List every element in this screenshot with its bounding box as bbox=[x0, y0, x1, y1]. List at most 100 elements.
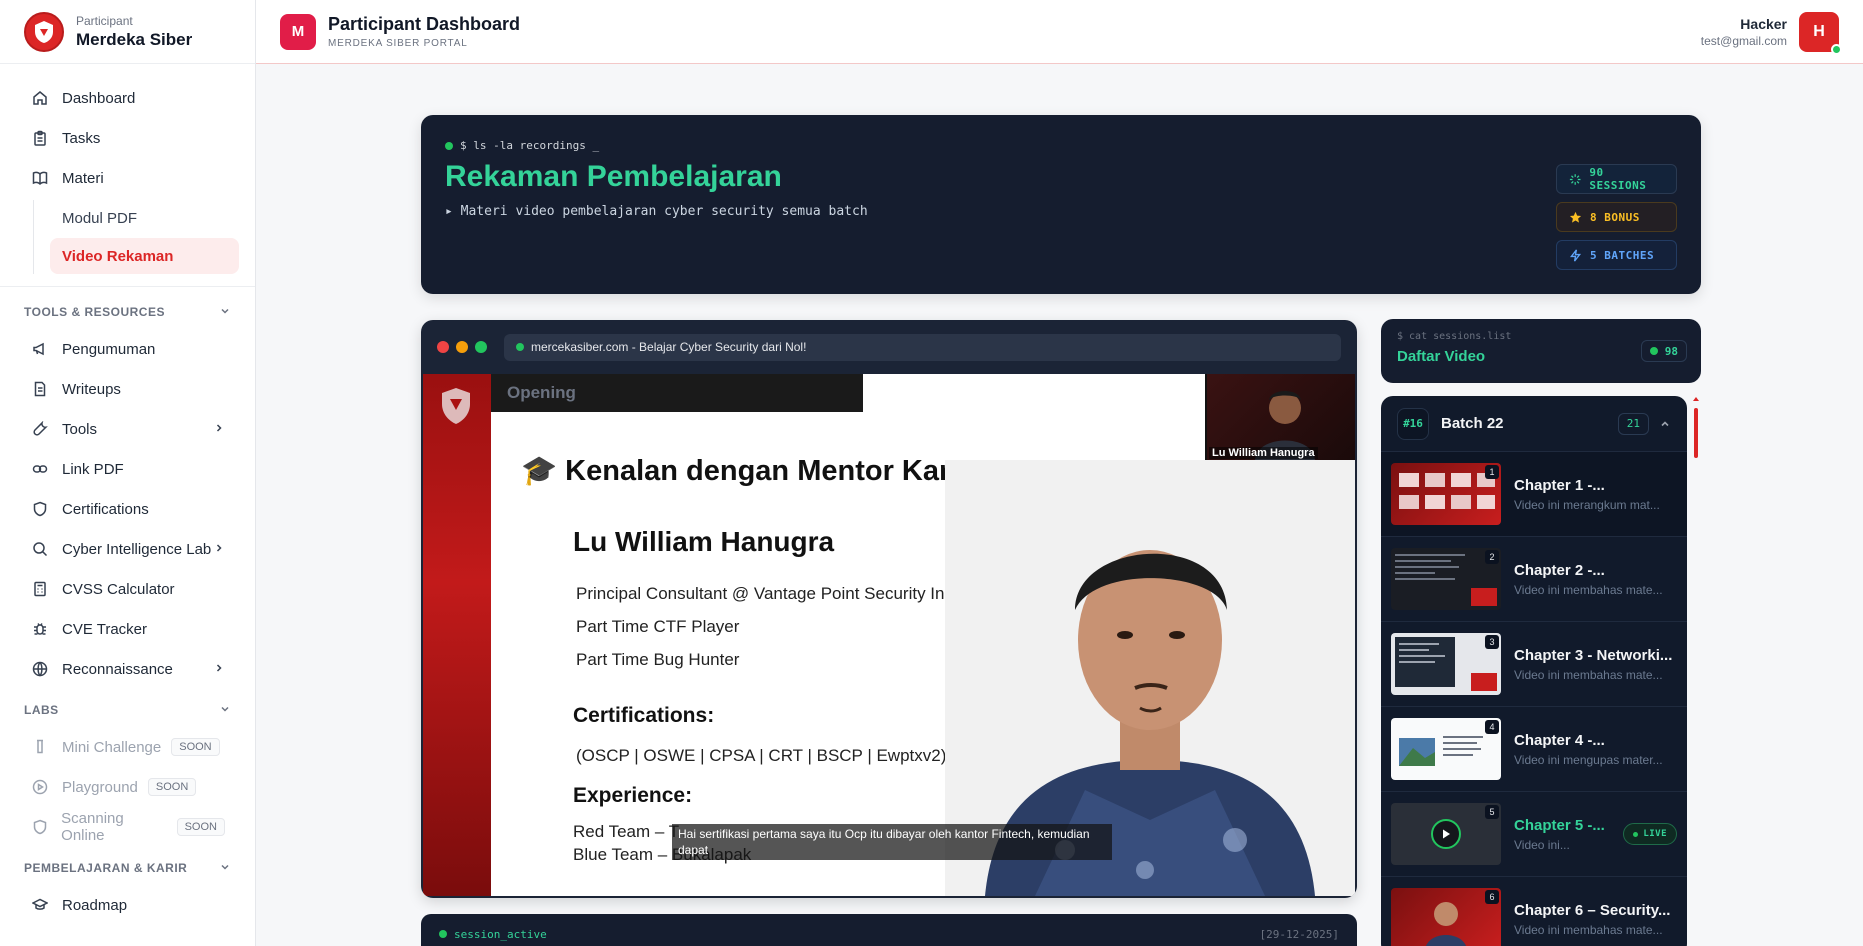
session-status: session_active bbox=[454, 927, 547, 941]
sidebar-item-tools[interactable]: Tools bbox=[0, 409, 255, 449]
sidebar-item-modul-pdf[interactable]: Modul PDF bbox=[50, 200, 239, 236]
sidebar-item-label: Mini Challenge bbox=[62, 738, 162, 756]
list-item[interactable]: 3 Chapter 3 - Networki... Video ini memb… bbox=[1381, 622, 1687, 707]
scrollbar-thumb[interactable] bbox=[1694, 408, 1698, 458]
session-date: [29-12-2025] bbox=[1259, 927, 1339, 941]
shield-logo-icon bbox=[24, 11, 64, 52]
play-icon[interactable] bbox=[1431, 819, 1461, 849]
avatar-initial: H bbox=[1813, 22, 1825, 40]
online-status-icon bbox=[1831, 43, 1842, 55]
section-labs[interactable]: LABS bbox=[0, 693, 255, 727]
play-circle-icon bbox=[30, 777, 50, 797]
slide-role-2: Part Time CTF Player bbox=[576, 617, 740, 636]
sidebar-item-label: Tools bbox=[62, 420, 98, 438]
wrench-icon bbox=[30, 419, 50, 439]
link-icon bbox=[30, 459, 50, 479]
stat-label: 5 BATCHES bbox=[1590, 248, 1655, 262]
slide-cert-heading: Certifications: bbox=[573, 704, 715, 727]
video-thumbnail: 3 bbox=[1391, 633, 1501, 695]
list-item[interactable]: 2 Chapter 2 -... Video ini membahas mate… bbox=[1381, 537, 1687, 622]
user-name: Hacker bbox=[1740, 15, 1787, 32]
sidebar-item-reconnaissance[interactable]: Reconnaissance bbox=[0, 649, 255, 689]
video-player: mercekasiber.com - Belajar Cyber Securit… bbox=[421, 320, 1357, 898]
sidebar-item-cvss-calculator[interactable]: CVSS Calculator bbox=[0, 569, 255, 609]
section-title: PEMBELAJARAN & KARIR bbox=[24, 861, 188, 875]
recordings-hero: $ ls -la recordings _ Rekaman Pembelajar… bbox=[421, 115, 1701, 294]
session-status-bar: session_active [29-12-2025] bbox=[421, 914, 1357, 946]
brand[interactable]: Participant Merdeka Siber bbox=[0, 0, 255, 64]
video-description: Video ini merangkum mat... bbox=[1514, 497, 1660, 512]
sidebar-item-cyber-intelligence-lab[interactable]: Cyber Intelligence Lab bbox=[0, 529, 255, 569]
list-item[interactable]: 4 Chapter 4 -... Video ini mengupas mate… bbox=[1381, 707, 1687, 792]
user-info[interactable]: Hacker test@gmail.com bbox=[1701, 16, 1787, 48]
url-text: mercekasiber.com - Belajar Cyber Securit… bbox=[531, 340, 807, 354]
shield-icon bbox=[30, 499, 50, 519]
hero-stats: 90 SESSIONS 8 BONUS 5 BATCHES bbox=[1556, 164, 1677, 270]
video-count-badge: 98 bbox=[1640, 340, 1687, 362]
list-item[interactable]: 6 Chapter 6 – Security... Video ini memb… bbox=[1381, 877, 1687, 946]
list-item[interactable]: 1 Chapter 1 -... Video ini merangkum mat… bbox=[1381, 452, 1687, 537]
megaphone-icon bbox=[30, 339, 50, 359]
materi-submenu: Modul PDF Video Rekaman bbox=[33, 200, 255, 274]
sidebar-item-link-pdf[interactable]: Link PDF bbox=[0, 449, 255, 489]
list-scrollbar[interactable] bbox=[1693, 396, 1699, 946]
shield-logo-icon bbox=[442, 388, 470, 424]
sidebar-item-cve-tracker[interactable]: CVE Tracker bbox=[0, 609, 255, 649]
video-description: Video ini mengupas mater... bbox=[1514, 752, 1663, 767]
video-title: Chapter 6 – Security... bbox=[1514, 901, 1671, 919]
episode-number: 3 bbox=[1485, 635, 1499, 649]
slide-side-band bbox=[423, 374, 491, 896]
sparkle-icon bbox=[1569, 173, 1581, 185]
shield-icon bbox=[30, 817, 49, 837]
sidebar-item-label: Materi bbox=[62, 169, 104, 187]
sidebar-item-pengumuman[interactable]: Pengumuman bbox=[0, 329, 255, 369]
user-email: test@gmail.com bbox=[1700, 33, 1787, 48]
sidebar-item-tasks[interactable]: Tasks bbox=[0, 118, 255, 158]
sidebar-item-label: Pengumuman bbox=[62, 340, 156, 358]
sidebar-item-writeups[interactable]: Writeups bbox=[0, 369, 255, 409]
page-title: Participant Dashboard bbox=[328, 14, 521, 34]
batch-header[interactable]: #16 Batch 22 21 bbox=[1381, 396, 1687, 452]
sidebar-item-materi[interactable]: Materi bbox=[0, 158, 255, 198]
home-icon bbox=[30, 88, 50, 108]
sidebar-item-dashboard[interactable]: Dashboard bbox=[0, 78, 255, 118]
hero-title: Rekaman Pembelajaran bbox=[445, 160, 782, 193]
chevron-up-icon bbox=[1661, 420, 1669, 426]
episode-number: 4 bbox=[1485, 720, 1499, 734]
sidebar-item-roadmap[interactable]: Roadmap bbox=[0, 885, 255, 925]
status-dot-icon bbox=[445, 141, 453, 150]
status-dot-icon bbox=[1649, 347, 1658, 355]
avatar[interactable]: H bbox=[1799, 11, 1842, 55]
graduation-cap-icon bbox=[30, 895, 50, 915]
slide-role-1: Principal Consultant @ Vantage Point Sec… bbox=[576, 584, 1005, 603]
globe-icon bbox=[30, 659, 50, 679]
sidebar-item-video-rekaman[interactable]: Video Rekaman bbox=[50, 238, 239, 274]
hero-description: ▸ Materi video pembelajaran cyber securi… bbox=[445, 204, 868, 219]
list-item-active[interactable]: 5 Chapter 5 -... Video ini... LIVE bbox=[1381, 792, 1687, 877]
soon-badge: SOON bbox=[171, 738, 220, 756]
live-label: LIVE bbox=[1643, 829, 1667, 839]
stat-label: 8 BONUS bbox=[1590, 210, 1640, 224]
video-frame[interactable]: Opening Lu William Hanugra 🎓 Kenalan den… bbox=[423, 374, 1355, 896]
brand-name: Merdeka Siber bbox=[76, 29, 193, 49]
scroll-up-arrow-icon[interactable] bbox=[1693, 396, 1699, 402]
section-tools[interactable]: TOOLS & RESOURCES bbox=[0, 295, 255, 329]
star-icon bbox=[1569, 211, 1582, 223]
chevron-right-icon bbox=[213, 541, 225, 558]
window-close-dot bbox=[437, 341, 449, 353]
batch-count: 21 bbox=[1617, 412, 1649, 435]
video-title: Chapter 5 -... bbox=[1514, 816, 1605, 834]
video-thumbnail: 1 bbox=[1391, 463, 1501, 525]
video-thumbnail: 6 bbox=[1391, 888, 1501, 946]
video-title: Chapter 4 -... bbox=[1514, 731, 1605, 749]
top-header: M Participant Dashboard MERDEKA SIBER PO… bbox=[256, 0, 1863, 64]
section-career[interactable]: PEMBELAJARAN & KARIR bbox=[0, 851, 255, 885]
episode-number: 1 bbox=[1485, 465, 1499, 479]
chevron-down-icon bbox=[219, 703, 231, 718]
lightning-icon bbox=[1569, 249, 1582, 261]
sidebar-item-certifications[interactable]: Certifications bbox=[0, 489, 255, 529]
video-description: Video ini... bbox=[1514, 837, 1570, 852]
sidebar-item-label: Dashboard bbox=[62, 89, 136, 107]
list-command: $ cat sessions.list bbox=[1397, 331, 1512, 342]
secure-dot-icon bbox=[516, 343, 524, 351]
